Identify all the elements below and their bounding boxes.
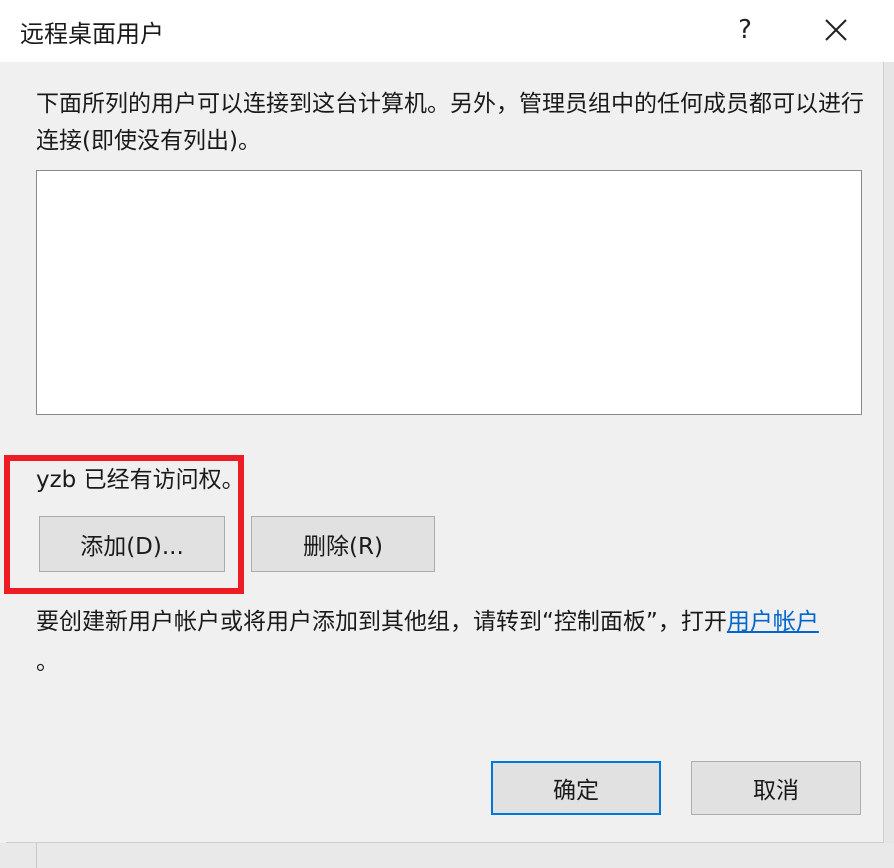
user-list[interactable] — [36, 170, 862, 415]
info-message: 要创建新用户帐户或将用户添加到其他组，请转到“控制面板”，打开 — [36, 609, 727, 635]
remote-desktop-users-dialog: 远程桌面用户 ? 下面所列的用户可以连接到这台计算机。另外，管理员组中的任何成员… — [0, 0, 894, 843]
description-text: 下面所列的用户可以连接到这台计算机。另外，管理员组中的任何成员都可以进行连接(即… — [36, 91, 864, 154]
info-period: 。 — [36, 649, 59, 675]
background-window-bottom — [0, 843, 894, 868]
user-accounts-link[interactable]: 用户帐户 — [727, 609, 819, 635]
title-bar: 远程桌面用户 ? — [0, 0, 894, 62]
ok-button[interactable]: 确定 — [491, 761, 661, 815]
highlight-annotation — [4, 455, 244, 594]
cancel-button[interactable]: 取消 — [691, 761, 861, 815]
dialog-title: 远程桌面用户 — [20, 20, 164, 48]
close-button[interactable] — [814, 8, 858, 52]
close-icon — [825, 19, 847, 41]
remove-button[interactable]: 删除(R) — [251, 516, 435, 572]
help-button[interactable]: ? — [725, 8, 765, 52]
info-text: 要创建新用户帐户或将用户添加到其他组，请转到“控制面板”，打开用户帐户 — [36, 604, 819, 641]
background-window-edge — [884, 62, 894, 868]
background-divider — [36, 843, 37, 868]
